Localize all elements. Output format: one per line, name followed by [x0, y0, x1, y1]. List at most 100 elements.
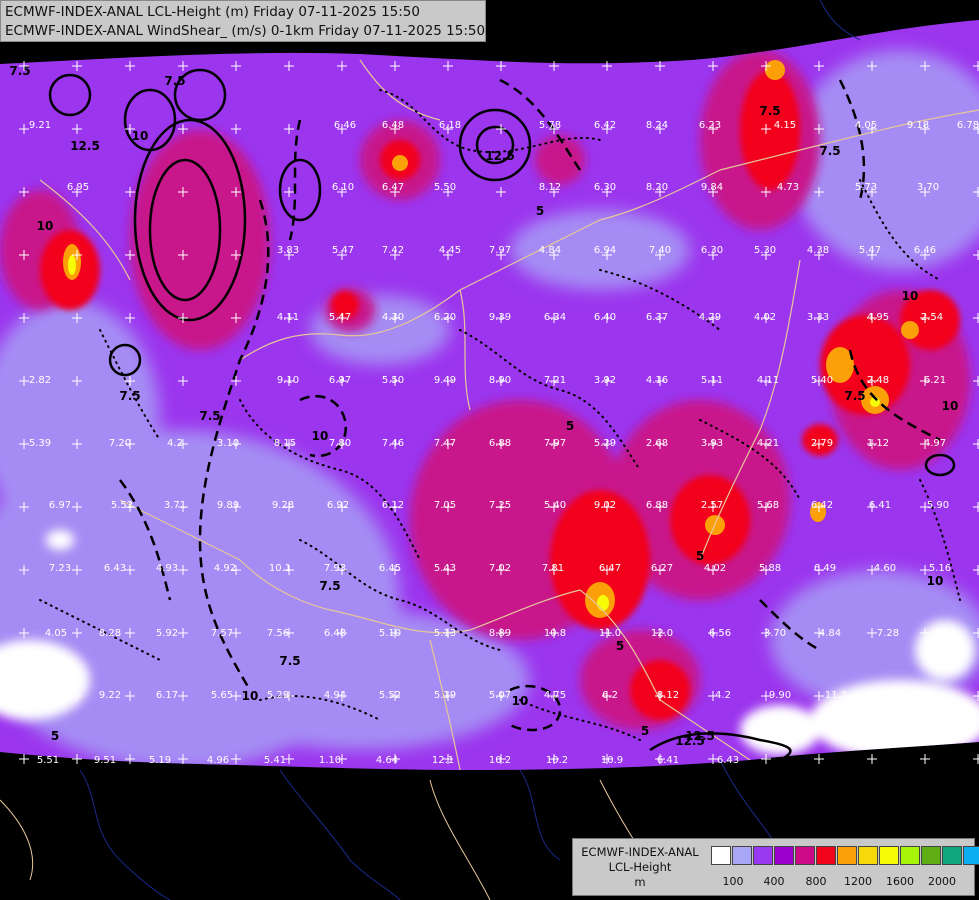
station-value-label: 7.23: [49, 563, 71, 574]
legend-swatch: [774, 846, 794, 865]
station-value-label: 4.15: [774, 120, 796, 131]
contour-label: 7.5: [319, 579, 340, 593]
legend-tick-label: 400: [763, 875, 785, 888]
legend-swatch: [963, 846, 979, 865]
station-value-label: 6.88: [646, 500, 668, 511]
contour-label: 5: [696, 549, 704, 563]
station-value-label: 6.10: [332, 182, 354, 193]
contour-label: 7.5: [844, 389, 865, 403]
station-value-label: 5.90: [927, 500, 949, 511]
contour-label: 10: [242, 689, 259, 703]
legend-tick-label: 1600: [886, 875, 914, 888]
station-value-label: 2.57: [701, 500, 723, 511]
title-line-windshear: ECMWF-INDEX-ANAL WindShear_ (m/s) 0-1km …: [5, 23, 486, 39]
legend-unit: m: [634, 875, 646, 889]
station-value-label: 6.12: [382, 500, 404, 511]
station-value-label: 6.92: [327, 500, 349, 511]
station-value-label: 4.96: [207, 755, 229, 766]
contour-label: 5: [51, 729, 59, 743]
map-canvas: 7.5 10 12.5 5 7.5 10 7.5 10 12.5 10 7.5 5 5 7.5 12.5 7.…: [0, 0, 979, 900]
contour-label: 7.5: [759, 104, 780, 118]
station-value-label: 5.92: [156, 628, 178, 639]
legend-swatch: [879, 846, 899, 865]
contour-label: 10: [37, 219, 54, 233]
station-value-label: 4.84: [539, 245, 561, 256]
station-value-label: 6.95: [67, 182, 89, 193]
contour-label: 10: [132, 129, 149, 143]
legend-swatch-row: [711, 846, 979, 866]
station-value-label: 9.28: [272, 500, 294, 511]
station-value-label: 7.02: [489, 563, 511, 574]
map-title-box: ECMWF-INDEX-ANAL LCL-Height (m) Friday 0…: [0, 0, 486, 42]
station-value-label: 5.50: [434, 182, 456, 193]
contour-label: 7.5: [164, 74, 185, 88]
station-value-label: 6.30: [594, 182, 616, 193]
station-value-label: 3.70: [917, 182, 939, 193]
station-value-label: 4.60: [874, 563, 896, 574]
station-value-label: 7.81: [542, 563, 564, 574]
station-value-label: 2.82: [29, 375, 51, 386]
station-value-label: 6.27: [651, 563, 673, 574]
station-value-label: 5.65: [211, 690, 233, 701]
station-value-label: 6.45: [379, 563, 401, 574]
legend-swatch: [858, 846, 878, 865]
station-value-label: 5.41: [264, 755, 286, 766]
legend-swatch: [921, 846, 941, 865]
contour-label: 5: [641, 724, 649, 738]
title-line-lcl: ECMWF-INDEX-ANAL LCL-Height (m) Friday 0…: [5, 4, 420, 20]
contour-label: 10: [512, 694, 529, 708]
station-value-label: 3.83: [277, 245, 299, 256]
station-value-label: 7.02: [39, 690, 61, 701]
station-value-label: 6.43: [104, 563, 126, 574]
station-value-label: 4.45: [439, 245, 461, 256]
station-value-label: 8.20: [646, 182, 668, 193]
station-value-label: 7.42: [382, 245, 404, 256]
legend-swatch: [711, 846, 731, 865]
station-value-label: 9.51: [94, 755, 116, 766]
legend-swatch: [942, 846, 962, 865]
station-value-label: 10.2: [546, 755, 568, 766]
legend-swatch: [795, 846, 815, 865]
station-value-label: 6.30: [701, 245, 723, 256]
contour-label: 7.5: [119, 389, 140, 403]
station-value-label: 6.49: [814, 563, 836, 574]
station-value-label: 10.1: [269, 563, 291, 574]
station-value-label: 5.47: [859, 245, 881, 256]
station-value-label: 5.88: [759, 563, 781, 574]
station-value-label: 10.9: [601, 755, 623, 766]
contour-label: 7.5: [199, 409, 220, 423]
station-value-label: 5.73: [855, 182, 877, 193]
contour-label: 10: [942, 399, 959, 413]
station-value-label: 4.73: [777, 182, 799, 193]
legend-tick-label: 100: [722, 875, 744, 888]
station-value-label: 5.19: [149, 755, 171, 766]
contour-label: 12.5: [70, 139, 100, 153]
station-value-label: 5.47: [332, 245, 354, 256]
station-value-label: 9.90: [769, 690, 791, 701]
contour-label: 7.5: [279, 654, 300, 668]
legend-title: ECMWF-INDEX-ANAL LCL-Height m: [577, 845, 703, 890]
station-value-label: 6.47: [599, 563, 621, 574]
station-value-label: 8.88: [882, 690, 904, 701]
station-value-label: 5.30: [754, 245, 776, 256]
station-value-label: 7.57: [211, 628, 233, 639]
station-value-label: 7.05: [434, 500, 456, 511]
station-value-label: 5.16: [929, 563, 951, 574]
legend-tick-label: 2000: [928, 875, 956, 888]
contour-label: 7.5: [819, 144, 840, 158]
station-value-label: 7.97: [489, 245, 511, 256]
contour-label: 5: [536, 204, 544, 218]
station-value-label: 9.22: [99, 690, 121, 701]
contour-label: 12.5: [485, 149, 515, 163]
contour-label: 10: [312, 429, 329, 443]
contour-label: 5: [566, 419, 574, 433]
station-value-label: 6.42: [811, 500, 833, 511]
station-value-label: 7.25: [489, 500, 511, 511]
station-value-label: 1.10: [319, 755, 341, 766]
legend-swatch: [732, 846, 752, 865]
legend-tick-label: 1200: [844, 875, 872, 888]
station-value-label: 4.02: [704, 563, 726, 574]
legend-swatch: [900, 846, 920, 865]
station-value-label: 9.84: [701, 182, 723, 193]
legend-field-name: LCL-Height: [608, 860, 672, 874]
